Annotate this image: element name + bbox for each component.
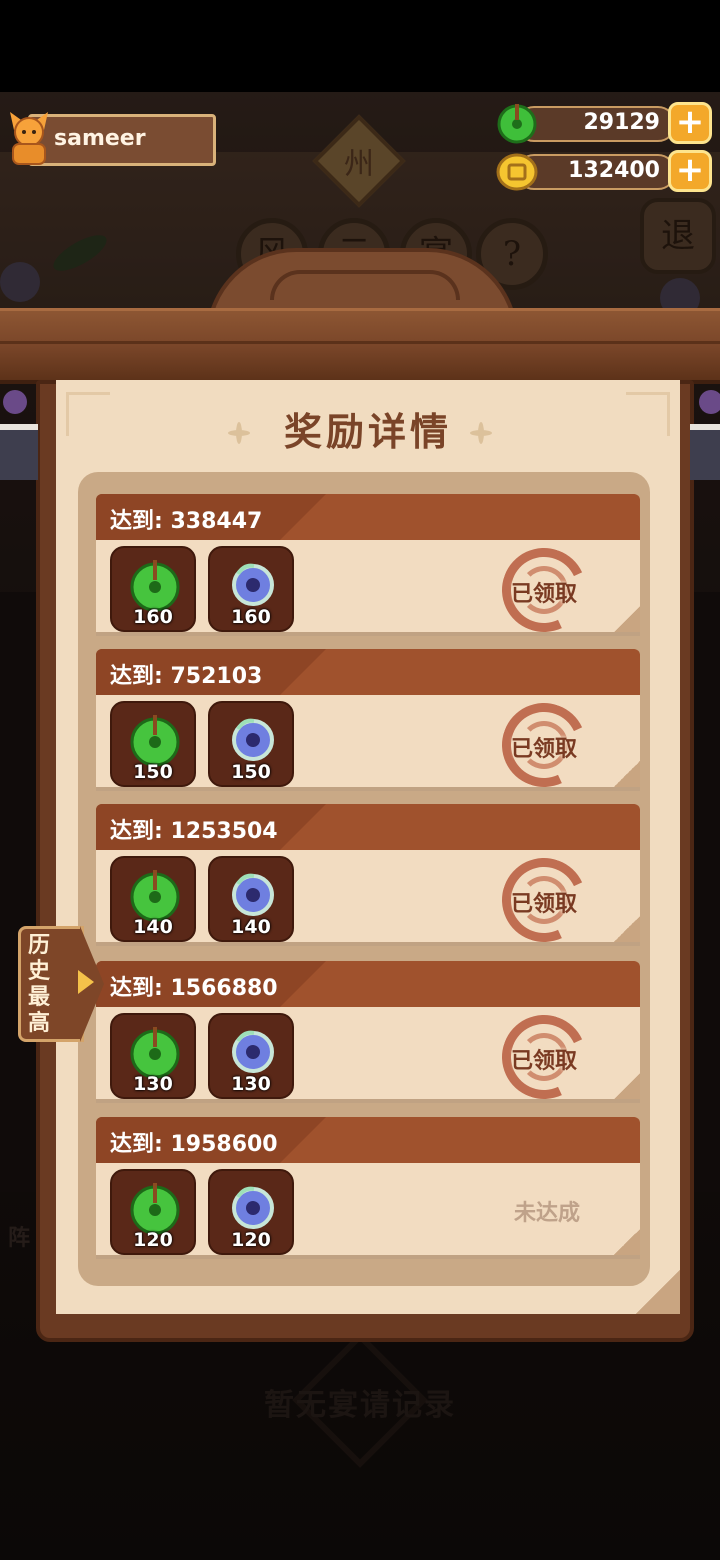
blue-gem-icon xyxy=(232,1030,274,1073)
gem-reward-count: 130 xyxy=(231,1073,271,1095)
reward-row: 达到: 1958600 120 120 未达成 xyxy=(96,1117,640,1263)
title-ornament-left xyxy=(228,422,250,444)
not-reached-status: 未达成 xyxy=(513,1201,580,1226)
gold-coin-icon xyxy=(496,153,538,191)
green-jade-icon xyxy=(130,560,180,612)
reward-row-body: 150 150 已领取 xyxy=(96,691,640,799)
jade-reward-count: 130 xyxy=(133,1073,173,1095)
jade-reward-item[interactable]: 160 xyxy=(110,546,196,632)
gem-reward-count: 150 xyxy=(231,761,271,783)
reward-threshold: 达到: 1253504 xyxy=(110,819,278,844)
background-exit-button: 退 xyxy=(640,198,716,274)
leaf-decoration xyxy=(48,228,112,278)
player-name-plate[interactable]: sameer xyxy=(0,104,222,168)
gem-reward-count: 160 xyxy=(231,606,271,628)
background-empty-ornament xyxy=(292,1332,428,1468)
gem-reward-count: 120 xyxy=(231,1229,271,1251)
claimed-stamp: 已领取 xyxy=(490,536,598,644)
reward-threshold: 达到: 338447 xyxy=(110,509,263,534)
arrow-right-icon xyxy=(78,970,94,994)
reward-row-body: 160 160 已领取 xyxy=(96,536,640,644)
board-beam xyxy=(0,308,720,384)
reward-threshold: 达到: 752103 xyxy=(110,664,263,689)
reward-row-body: 120 120 未达成 xyxy=(96,1163,640,1259)
player-name: sameer xyxy=(54,126,146,151)
reward-row-header: 达到: 1253504 xyxy=(96,804,640,850)
coin-currency: 132400 + xyxy=(496,150,716,194)
green-jade-icon xyxy=(130,870,180,922)
background-sign-text: 州 xyxy=(344,147,374,182)
blue-gem-icon xyxy=(232,1186,274,1229)
jade-reward-item[interactable]: 140 xyxy=(110,856,196,942)
jade-currency: 29129 + xyxy=(496,102,716,146)
jade-reward-item[interactable]: 150 xyxy=(110,701,196,787)
claimed-status: 已领取 xyxy=(510,582,577,607)
reward-row: 达到: 1566880 130 130 已领取 xyxy=(96,961,640,1111)
claimed-stamp: 已领取 xyxy=(490,1003,598,1111)
claimed-status: 已领取 xyxy=(510,1049,577,1074)
jade-reward-count: 120 xyxy=(133,1229,173,1251)
add-jade-button[interactable]: + xyxy=(668,102,712,144)
history-best-label: 历史最高 xyxy=(28,932,51,1036)
tassel-right xyxy=(690,390,720,486)
add-coin-button[interactable]: + xyxy=(668,150,712,192)
reward-row: 达到: 752103 150 150 已领取 xyxy=(96,649,640,799)
claimed-status: 已领取 xyxy=(510,892,577,917)
background-empty-text: 暂无宴请记录 xyxy=(264,1388,456,1423)
jade-reward-count: 140 xyxy=(133,916,173,938)
reward-row-header: 达到: 752103 xyxy=(96,649,640,695)
background-side-text: 阵 xyxy=(8,1226,31,1251)
green-jade-icon xyxy=(130,1183,180,1235)
history-best-tab[interactable]: 历史最高 xyxy=(18,926,104,1042)
green-jade-icon xyxy=(130,1027,180,1079)
title-ornament-right xyxy=(470,422,492,444)
blue-gem-icon xyxy=(232,563,274,606)
blue-gem-icon xyxy=(232,718,274,761)
reward-row-body: 130 130 已领取 xyxy=(96,1003,640,1111)
gem-reward-item[interactable]: 140 xyxy=(208,856,294,942)
reward-row-header: 达到: 338447 xyxy=(96,494,640,540)
jade-reward-count: 160 xyxy=(133,606,173,628)
status-bar xyxy=(0,0,720,92)
gem-reward-item[interactable]: 160 xyxy=(208,546,294,632)
claimed-stamp: 已领取 xyxy=(490,846,598,954)
reward-threshold: 达到: 1566880 xyxy=(110,976,278,1001)
tassel-left xyxy=(0,390,38,486)
gem-reward-item[interactable]: 120 xyxy=(208,1169,294,1255)
gem-reward-item[interactable]: 130 xyxy=(208,1013,294,1099)
reward-row-body: 140 140 已领取 xyxy=(96,846,640,954)
reward-threshold: 达到: 1958600 xyxy=(110,1132,278,1157)
modal-title-row: 奖励详情 xyxy=(56,404,680,460)
gem-reward-item[interactable]: 150 xyxy=(208,701,294,787)
reward-row-header: 达到: 1566880 xyxy=(96,961,640,1007)
reward-row: 达到: 338447 160 160 已领取 xyxy=(96,494,640,644)
claimed-status: 已领取 xyxy=(510,737,577,762)
flower-decoration xyxy=(0,262,40,302)
green-jade-icon xyxy=(497,104,537,144)
claimed-stamp: 已领取 xyxy=(490,691,598,799)
reward-row-header: 达到: 1958600 xyxy=(96,1117,640,1163)
gem-reward-count: 140 xyxy=(231,916,271,938)
green-jade-icon xyxy=(130,715,180,767)
modal-title: 奖励详情 xyxy=(283,409,452,454)
jade-reward-item[interactable]: 120 xyxy=(110,1169,196,1255)
coin-amount: 132400 xyxy=(568,158,660,183)
reward-row: 达到: 1253504 140 140 已领取 xyxy=(96,804,640,954)
blue-gem-icon xyxy=(232,873,274,916)
jade-reward-count: 150 xyxy=(133,761,173,783)
jade-reward-item[interactable]: 130 xyxy=(110,1013,196,1099)
avatar-icon xyxy=(10,112,48,165)
jade-amount: 29129 xyxy=(583,110,660,135)
